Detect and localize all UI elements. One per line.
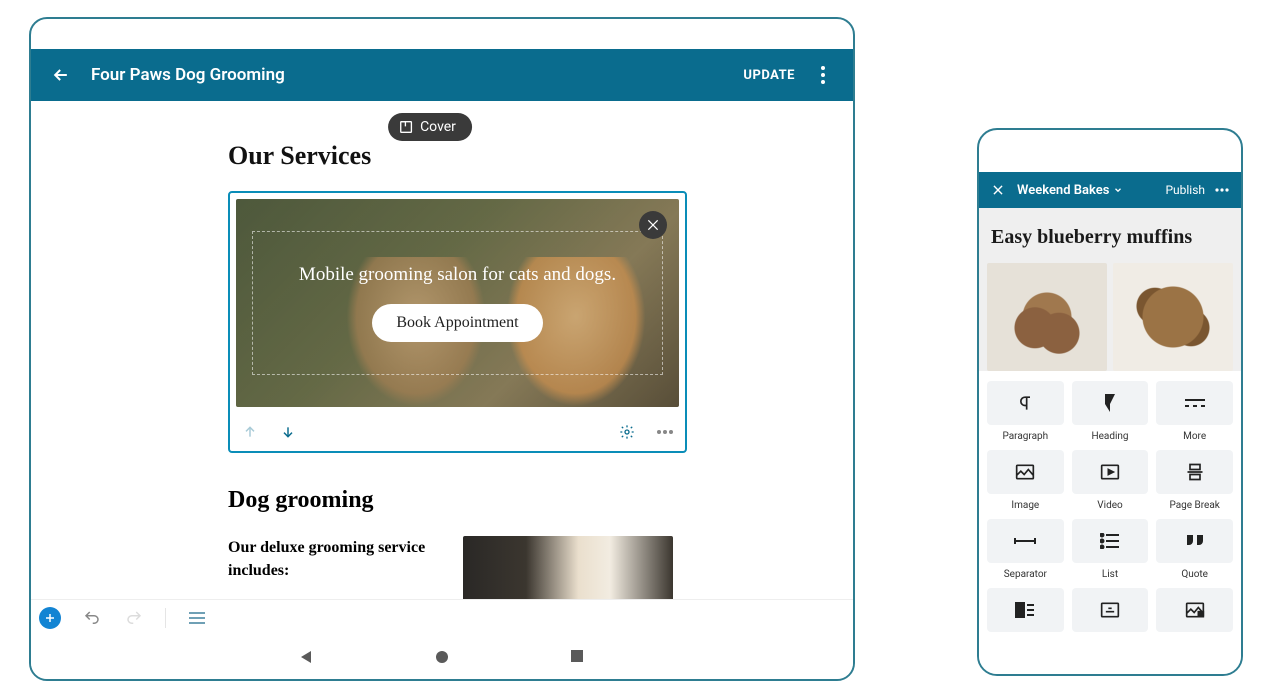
chevron-down-icon (1113, 185, 1123, 195)
block-quote[interactable]: Quote (1156, 519, 1233, 580)
block-label: Separator (1004, 569, 1047, 580)
phone-screen: Weekend Bakes Publish Easy blueberry muf… (979, 130, 1241, 674)
block-toolbar (230, 413, 685, 451)
gallery-block[interactable] (987, 263, 1233, 371)
block-picker-sheet: Paragraph Heading More Image Video (979, 371, 1241, 674)
block-picker-grid: Paragraph Heading More Image Video (987, 381, 1233, 580)
gallery-image-1[interactable] (987, 263, 1107, 371)
cover-block-selected[interactable]: Mobile grooming salon for cats and dogs.… (228, 191, 687, 453)
undo-icon[interactable] (81, 607, 103, 629)
more-icon[interactable] (811, 63, 835, 87)
block-label: More (1183, 431, 1206, 442)
tablet-screen: Four Paws Dog Grooming UPDATE Cover Our … (31, 19, 853, 679)
book-appointment-button[interactable]: Book Appointment (372, 304, 542, 342)
editor-bottom-bar (31, 599, 853, 635)
close-icon[interactable] (989, 181, 1007, 199)
block-label: Paragraph (1002, 431, 1048, 442)
block-settings-icon[interactable] (617, 422, 637, 442)
deluxe-intro: Our deluxe grooming service includes: (228, 536, 433, 582)
block-video[interactable]: Video (1072, 450, 1149, 511)
editor-header: Four Paws Dog Grooming UPDATE (31, 49, 853, 101)
back-icon[interactable] (49, 63, 73, 87)
dog-grooming-heading[interactable]: Dog grooming (228, 487, 853, 514)
block-label: Page Break (1169, 500, 1219, 511)
deluxe-text-column[interactable]: Our deluxe grooming service includes: Na… (228, 536, 433, 599)
cover-block[interactable]: Mobile grooming salon for cats and dogs.… (236, 199, 679, 407)
block-type-badge[interactable]: Cover (388, 113, 472, 141)
block-media-text[interactable] (987, 588, 1064, 632)
redo-icon[interactable] (123, 607, 145, 629)
phone-site-title[interactable]: Weekend Bakes (1017, 183, 1123, 198)
block-type-label: Cover (420, 119, 456, 135)
block-label: Video (1097, 500, 1122, 511)
cover-headline[interactable]: Mobile grooming salon for cats and dogs. (299, 264, 616, 286)
block-paragraph[interactable]: Paragraph (987, 381, 1064, 442)
move-down-icon[interactable] (278, 422, 298, 442)
block-label: List (1102, 569, 1118, 580)
tablet-editor-device: Four Paws Dog Grooming UPDATE Cover Our … (29, 17, 855, 681)
block-label: Image (1011, 500, 1039, 511)
block-list[interactable]: List (1072, 519, 1149, 580)
post-title[interactable]: Easy blueberry muffins (987, 220, 1233, 263)
nav-recent-icon[interactable] (570, 649, 586, 665)
block-more-icon[interactable] (655, 422, 675, 442)
nav-home-icon[interactable] (434, 649, 450, 665)
block-label: Quote (1181, 569, 1208, 580)
phone-more-icon[interactable] (1213, 181, 1231, 199)
update-button[interactable]: UPDATE (743, 68, 795, 83)
move-up-icon[interactable] (240, 422, 260, 442)
add-block-button[interactable] (39, 607, 61, 629)
side-photo[interactable] (463, 536, 673, 599)
align-icon[interactable] (186, 607, 208, 629)
canvas-content: Our Services Mobile grooming salon for c… (31, 101, 853, 599)
block-extra-3[interactable] (1156, 588, 1233, 632)
two-column-row: Our deluxe grooming service includes: Na… (228, 536, 673, 599)
editor-canvas: Cover Our Services Mobile grooming salon… (31, 101, 853, 599)
block-more[interactable]: More (1156, 381, 1233, 442)
block-label: Heading (1091, 431, 1128, 442)
block-extra-2[interactable] (1072, 588, 1149, 632)
editor-title: Four Paws Dog Grooming (91, 65, 743, 85)
cover-inner-dashed: Mobile grooming salon for cats and dogs.… (252, 231, 663, 375)
nav-back-icon[interactable] (298, 649, 314, 665)
phone-site-title-label: Weekend Bakes (1017, 183, 1109, 198)
phone-editor-device: Weekend Bakes Publish Easy blueberry muf… (977, 128, 1243, 676)
phone-editor-header: Weekend Bakes Publish (979, 172, 1241, 208)
android-nav-bar (31, 635, 853, 679)
phone-post-content: Easy blueberry muffins (979, 208, 1241, 371)
block-heading[interactable]: Heading (1072, 381, 1149, 442)
block-separator[interactable]: Separator (987, 519, 1064, 580)
block-image[interactable]: Image (987, 450, 1064, 511)
gallery-image-2[interactable] (1113, 263, 1233, 371)
services-heading[interactable]: Our Services (228, 141, 853, 171)
block-page-break[interactable]: Page Break (1156, 450, 1233, 511)
cover-settings-icon[interactable] (639, 211, 667, 239)
block-picker-grid-row4 (987, 588, 1233, 632)
publish-button[interactable]: Publish (1165, 183, 1205, 197)
